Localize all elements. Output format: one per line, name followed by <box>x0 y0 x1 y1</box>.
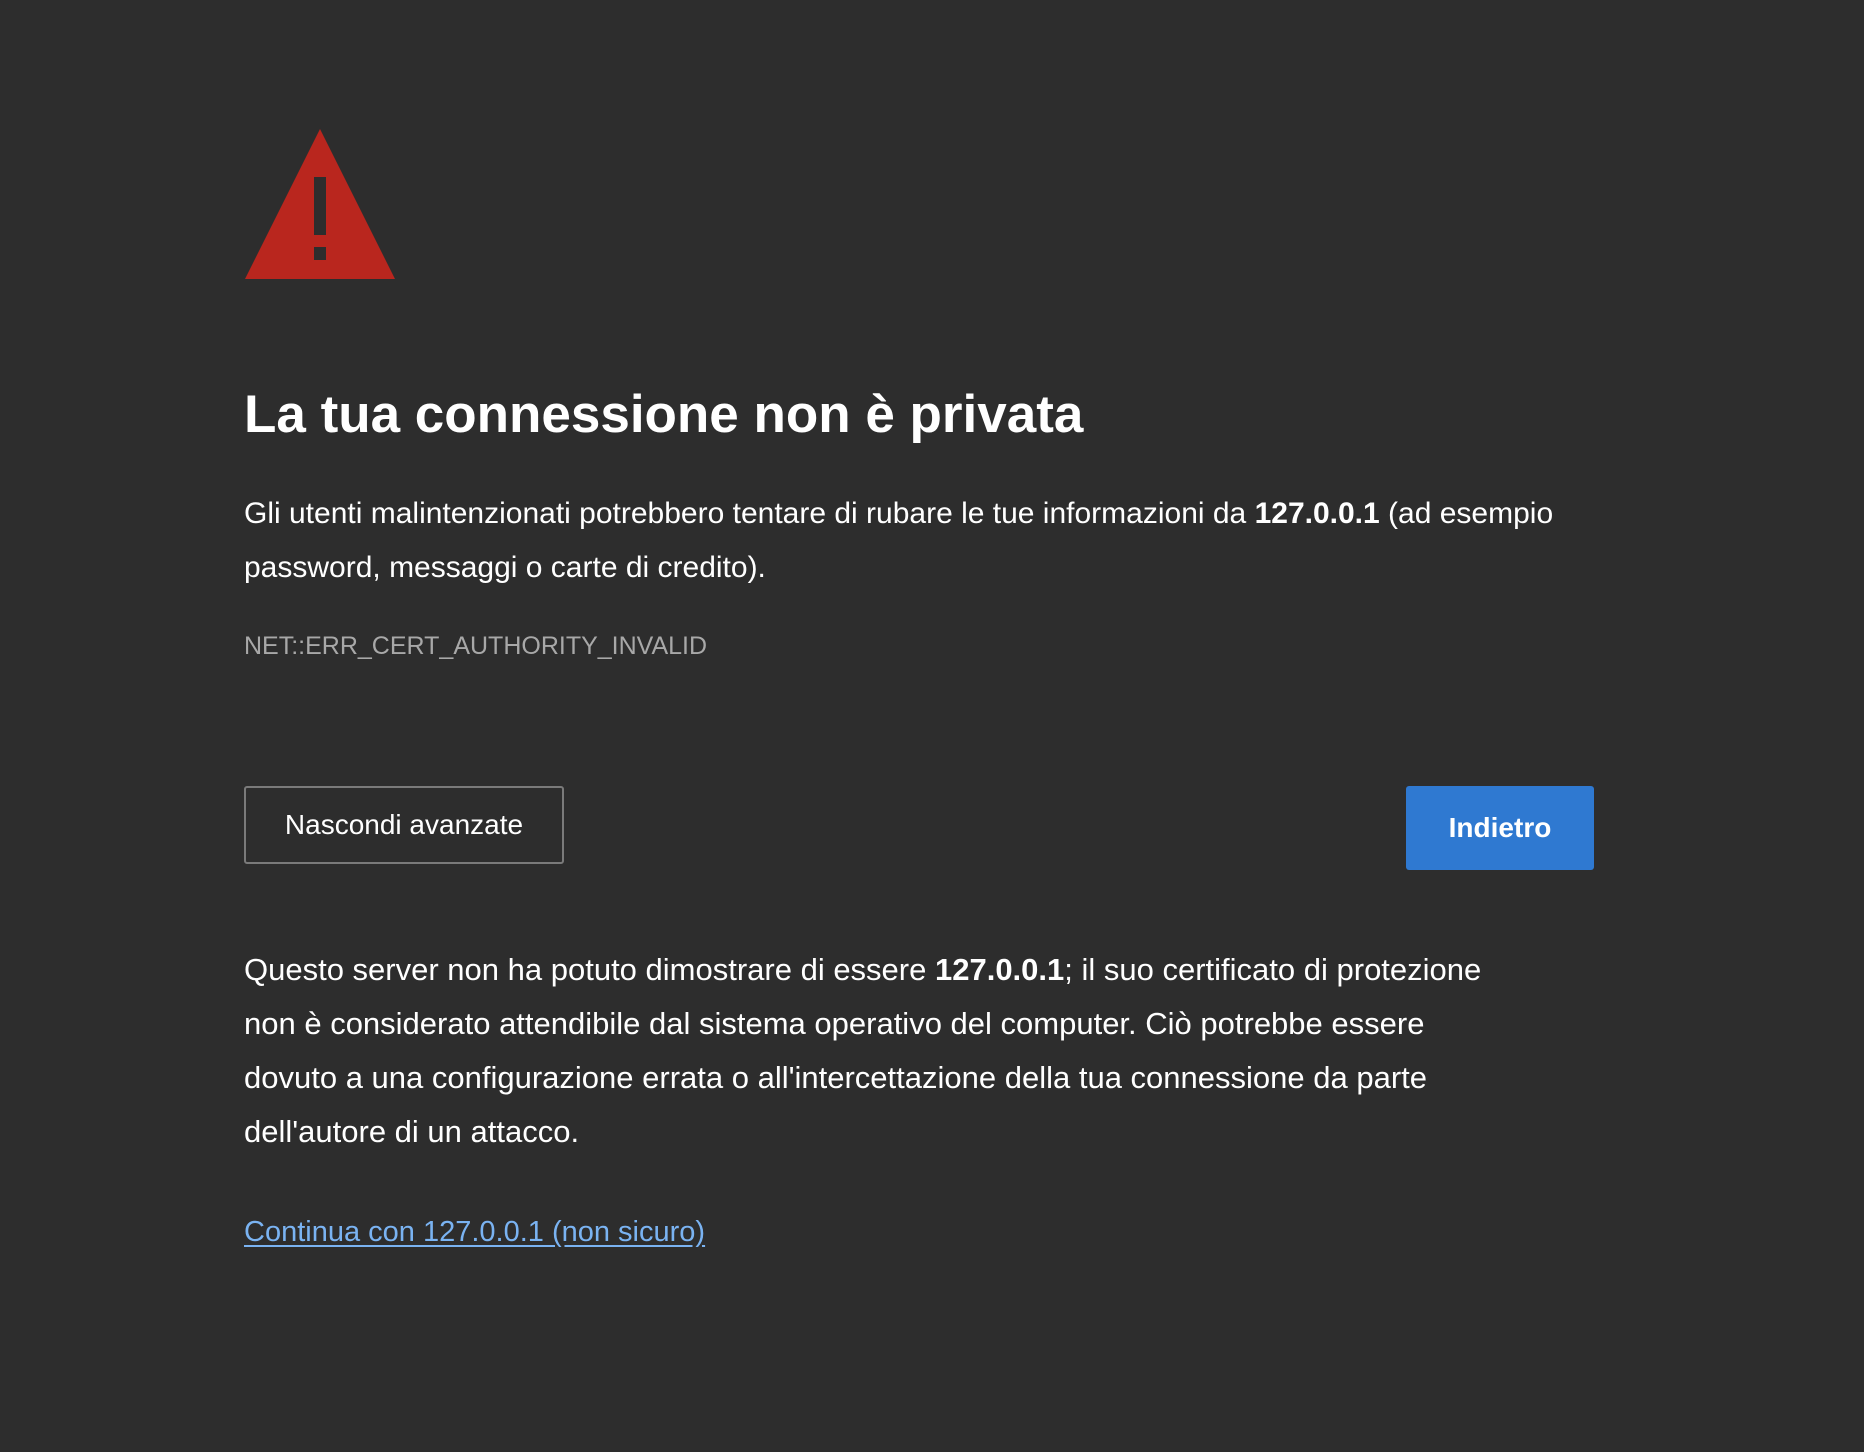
warning-triangle-icon <box>245 129 395 279</box>
proceed-unsafe-link[interactable]: Continua con 127.0.0.1 (non sicuro) <box>244 1210 705 1254</box>
page-title: La tua connessione non è privata <box>244 385 1084 444</box>
summary-host: 127.0.0.1 <box>1254 497 1380 530</box>
summary-text-start: Gli utenti malintenzionati potrebbero te… <box>244 497 1255 530</box>
details-text: Questo server non ha potuto dimostrare d… <box>244 943 1504 1159</box>
summary-text: Gli utenti malintenzionati potrebbero te… <box>244 487 1564 595</box>
back-button[interactable]: Indietro <box>1406 786 1594 870</box>
error-code: NET::ERR_CERT_AUTHORITY_INVALID <box>244 632 708 660</box>
hide-advanced-button[interactable]: Nascondi avanzate <box>244 786 564 864</box>
details-text-start: Questo server non ha potuto dimostrare d… <box>244 952 935 987</box>
details-host: 127.0.0.1 <box>934 952 1065 987</box>
interstitial-page: La tua connessione non è privata Gli ute… <box>0 0 1864 1452</box>
